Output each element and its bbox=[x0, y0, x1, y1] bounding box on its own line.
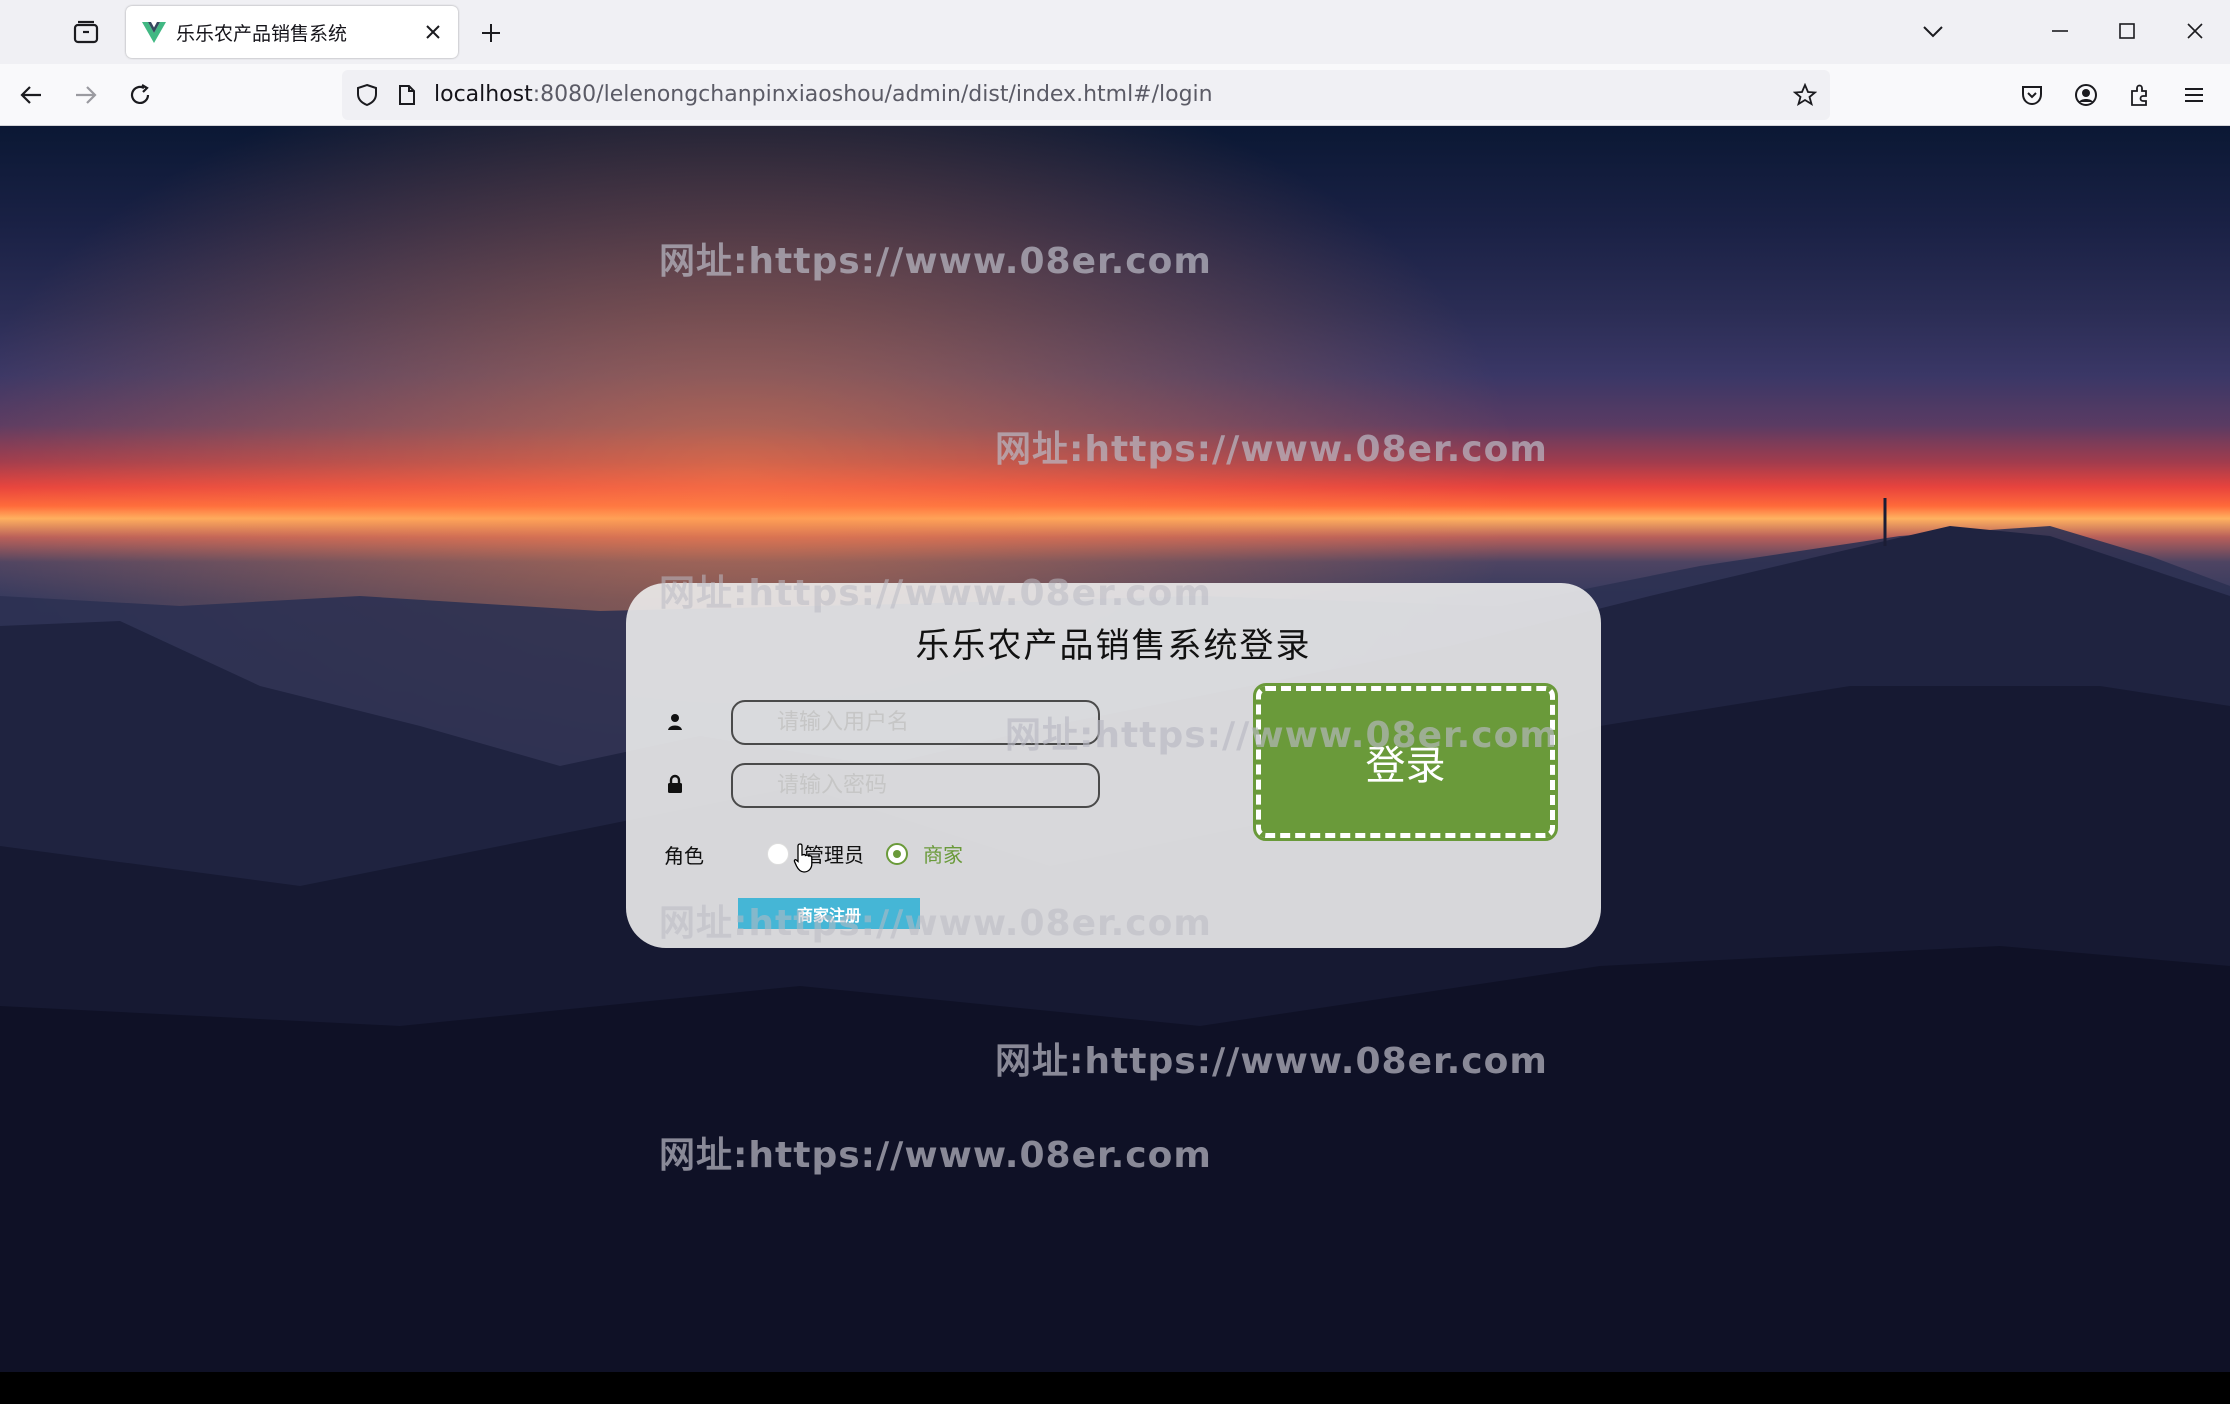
account-icon[interactable] bbox=[2071, 80, 2101, 110]
watermark: 网址:https://www.08er.com bbox=[659, 1135, 1212, 1176]
role-option-merchant-label[interactable]: 商家 bbox=[923, 839, 963, 868]
bottom-edge bbox=[0, 1372, 2230, 1404]
watermark: 网址:https://www.08er.com bbox=[1005, 715, 1558, 756]
watermark: 网址:https://www.08er.com bbox=[659, 903, 1212, 944]
menu-hamburger-icon[interactable] bbox=[2179, 80, 2209, 110]
tab-overview-icon[interactable] bbox=[70, 18, 102, 46]
tab-list-chevron-down-icon[interactable] bbox=[1918, 18, 1948, 46]
extensions-icon[interactable] bbox=[2125, 80, 2155, 110]
close-tab-icon[interactable] bbox=[420, 19, 446, 45]
lock-icon bbox=[668, 774, 682, 793]
tab-bar: 乐乐农产品销售系统 bbox=[0, 0, 2230, 64]
reload-icon[interactable] bbox=[125, 80, 155, 110]
bookmark-star-icon[interactable] bbox=[1790, 80, 1820, 110]
password-input[interactable] bbox=[731, 763, 1100, 808]
maximize-icon[interactable] bbox=[2112, 16, 2142, 46]
hand-pointer-cursor-icon bbox=[793, 843, 813, 873]
minimize-icon[interactable] bbox=[2045, 16, 2075, 46]
address-bar[interactable]: localhost:8080/lelenongchanpinxiaoshou/a… bbox=[342, 70, 1830, 120]
forward-arrow-icon[interactable] bbox=[71, 80, 101, 110]
new-tab-icon[interactable] bbox=[476, 18, 506, 48]
watermark: 网址:https://www.08er.com bbox=[995, 1041, 1548, 1082]
watermark: 网址:https://www.08er.com bbox=[995, 429, 1548, 470]
vue-logo-icon bbox=[142, 22, 166, 43]
tab-title: 乐乐农产品销售系统 bbox=[176, 22, 348, 45]
back-arrow-icon[interactable] bbox=[16, 80, 46, 110]
user-icon bbox=[668, 714, 682, 730]
role-radio-admin[interactable] bbox=[767, 843, 789, 865]
browser-tab[interactable]: 乐乐农产品销售系统 bbox=[126, 6, 458, 58]
role-label: 角色 bbox=[664, 844, 704, 868]
page-info-icon[interactable] bbox=[392, 80, 422, 110]
close-window-icon[interactable] bbox=[2180, 16, 2210, 46]
watermark: 网址:https://www.08er.com bbox=[659, 573, 1212, 614]
tracking-shield-icon[interactable] bbox=[352, 80, 382, 110]
login-title: 乐乐农产品销售系统登录 bbox=[915, 626, 1312, 666]
watermark: 网址:https://www.08er.com bbox=[659, 241, 1212, 282]
pocket-icon[interactable] bbox=[2017, 80, 2047, 110]
role-radio-merchant[interactable] bbox=[886, 843, 908, 865]
url-text[interactable]: localhost:8080/lelenongchanpinxiaoshou/a… bbox=[434, 82, 1213, 107]
